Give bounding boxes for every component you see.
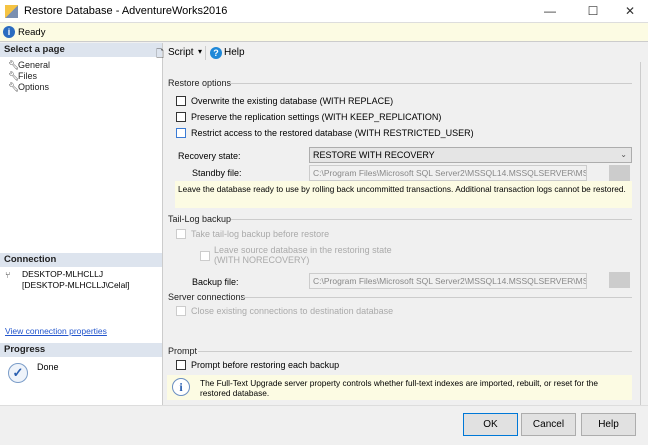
standby-file-field[interactable]: C:\Program Files\Microsoft SQL Server2\M… xyxy=(309,165,587,181)
script-icon: 🗋︎ xyxy=(156,49,165,60)
page-label: Files xyxy=(18,71,38,81)
info-icon: i xyxy=(3,26,15,38)
help-toolbar-button[interactable]: Help xyxy=(224,47,245,58)
database-restore-icon xyxy=(5,5,18,18)
standby-browse-button[interactable] xyxy=(609,165,630,181)
tail-log-header: Tail-Log backup xyxy=(168,214,232,224)
divider xyxy=(231,219,632,220)
page-files[interactable]: 🔧︎Files xyxy=(8,71,37,82)
restore-options-header: Restore options xyxy=(168,78,232,88)
server-name: DESKTOP-MLHCLLJ xyxy=(22,269,104,279)
overwrite-label: Overwrite the existing database (WITH RE… xyxy=(191,96,394,106)
toolbar-separator xyxy=(205,46,206,60)
progress-status: Done xyxy=(37,362,59,372)
connection-user: [DESKTOP-MLHCLLJ\Celal] xyxy=(22,280,130,290)
page-label: Options xyxy=(18,82,50,92)
help-button[interactable]: Help xyxy=(581,413,636,436)
recovery-state-label: Recovery state: xyxy=(178,151,241,161)
connection-icon: ⑂ xyxy=(5,270,11,280)
restrict-access-checkbox[interactable] xyxy=(176,128,186,138)
prompt-header: Prompt xyxy=(168,346,198,356)
divider xyxy=(198,351,632,352)
leave-restoring-checkbox[interactable] xyxy=(200,251,210,261)
recovery-state-value: RESTORE WITH RECOVERY xyxy=(313,150,435,160)
backup-file-label: Backup file: xyxy=(192,277,239,287)
wrench-icon: 🔧︎ xyxy=(8,71,20,81)
wrench-icon: 🔧︎ xyxy=(8,60,20,70)
minimize-button[interactable]: — xyxy=(530,0,570,23)
divider xyxy=(243,297,632,298)
chevron-down-icon: ⌄ xyxy=(620,150,627,159)
view-connection-properties-link[interactable]: View connection properties xyxy=(5,326,107,336)
fulltext-info-text: The Full-Text Upgrade server property co… xyxy=(200,378,598,398)
leave-restoring-label: Leave source database in the restoring s… xyxy=(214,245,392,255)
window-title: Restore Database - AdventureWorks2016 xyxy=(24,5,228,17)
fulltext-info-box: i The Full-Text Upgrade server property … xyxy=(167,375,632,400)
scroll-border xyxy=(640,62,641,405)
page-label: General xyxy=(18,60,51,70)
left-panel: Select a page 🔧︎General 🔧︎Files 🔧︎Option… xyxy=(0,43,163,405)
close-connections-checkbox[interactable] xyxy=(176,306,186,316)
help-icon: ? xyxy=(210,47,222,59)
server-connections-header: Server connections xyxy=(168,292,246,302)
divider xyxy=(230,83,632,84)
divider xyxy=(0,405,648,406)
select-page-header: Select a page xyxy=(0,43,162,57)
script-button[interactable]: Script xyxy=(168,47,194,58)
standby-file-label: Standby file: xyxy=(192,168,242,178)
progress-header: Progress xyxy=(0,343,162,357)
take-tail-log-label: Take tail-log backup before restore xyxy=(191,229,330,239)
info-icon: i xyxy=(172,378,190,396)
restrict-access-label: Restrict access to the restored database… xyxy=(191,128,474,138)
preserve-replication-checkbox[interactable] xyxy=(176,112,186,122)
connection-header: Connection xyxy=(0,253,162,267)
wrench-icon: 🔧︎ xyxy=(8,82,20,92)
cancel-button[interactable]: Cancel xyxy=(521,413,576,436)
check-icon: ✓ xyxy=(8,363,28,383)
maximize-button[interactable]: ☐ xyxy=(573,0,613,23)
ok-button[interactable]: OK xyxy=(463,413,518,436)
recovery-state-select[interactable]: RESTORE WITH RECOVERY ⌄ xyxy=(309,147,632,163)
overwrite-checkbox[interactable] xyxy=(176,96,186,106)
close-connections-label: Close existing connections to destinatio… xyxy=(191,306,394,316)
page-general[interactable]: 🔧︎General xyxy=(8,60,50,71)
prompt-before-label: Prompt before restoring each backup xyxy=(191,360,340,370)
status-text: Ready xyxy=(18,27,46,38)
leave-restoring-label-2: (WITH NORECOVERY) xyxy=(214,255,310,265)
close-button[interactable]: ✕ xyxy=(610,0,648,23)
page-options[interactable]: 🔧︎Options xyxy=(8,82,49,93)
take-tail-log-checkbox[interactable] xyxy=(176,229,186,239)
prompt-before-checkbox[interactable] xyxy=(176,360,186,370)
status-bar: i Ready xyxy=(0,23,648,42)
backup-file-field[interactable]: C:\Program Files\Microsoft SQL Server2\M… xyxy=(309,273,587,289)
script-dropdown-arrow[interactable]: ▾ xyxy=(198,47,202,56)
preserve-replication-label: Preserve the replication settings (WITH … xyxy=(191,112,442,122)
recovery-note: Leave the database ready to use by rolli… xyxy=(175,181,632,208)
backup-browse-button[interactable] xyxy=(609,272,630,288)
title-bar: Restore Database - AdventureWorks2016 — … xyxy=(0,0,648,23)
